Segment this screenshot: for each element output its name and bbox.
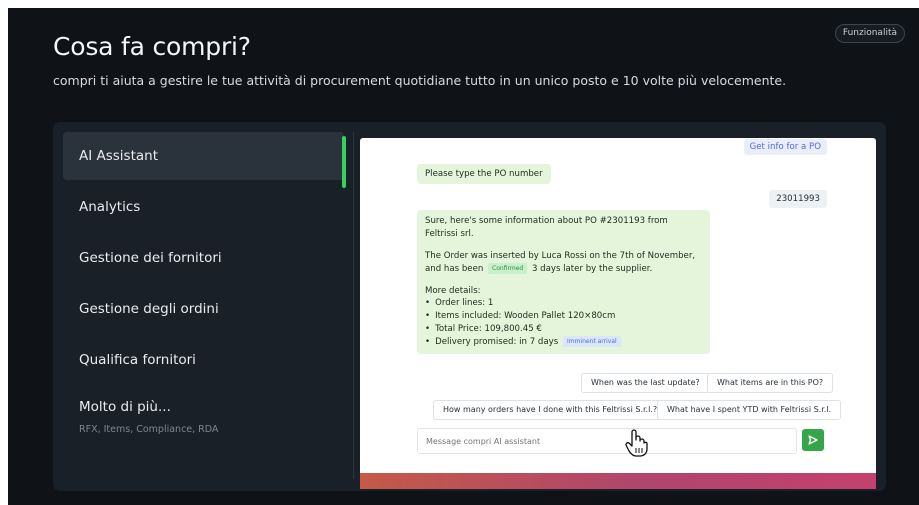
sidebar-item-label: Gestione dei fornitori [79,250,222,266]
po-info-intro: Sure, here's some information about PO #… [425,216,668,239]
sidebar-item-label: AI Assistant [79,148,159,164]
list-item: Order lines: 1 [425,297,702,310]
imminent-arrival-tag: Imminent arrival [562,336,621,348]
panel-divider [353,132,354,479]
sidebar-item-label: Gestione degli ordini [79,301,219,317]
details-list: Order lines: 1 Items included: Wooden Pa… [425,297,702,349]
sidebar-item-ai-assistant[interactable]: AI Assistant [63,132,344,180]
sidebar-item-sublabel: RFX, Items, Compliance, RDA [79,424,219,435]
send-button[interactable] [802,429,824,451]
app-frame: Cosa fa compri? Funzionalità compri ti a… [8,8,919,505]
sidebar-item-order-management[interactable]: Gestione degli ordini [63,285,344,333]
sidebar-item-label: Analytics [79,199,141,215]
get-po-info-chip[interactable]: Get info for a PO [743,139,827,155]
user-message: 23011993 [769,190,827,208]
suggestion-spent-ytd[interactable]: What have I spent YTD with Feltrissi S.r… [657,400,842,420]
sidebar-item-label: Qualifica fornitori [79,352,196,368]
hand-pointer-icon [625,429,648,457]
suggestion-items-in-po[interactable]: What items are in this PO? [707,373,834,393]
sidebar-item-supplier-management[interactable]: Gestione dei fornitori [63,234,344,282]
po-info-status: The Order was inserted by Luca Rossi on … [425,250,696,274]
sidebar-item-more[interactable]: Molto di più... RFX, Items, Compliance, … [63,387,344,447]
sidebar-item-label: Molto di più... [79,399,171,415]
list-item: Delivery promised: in 7 days Imminent ar… [425,336,702,349]
bot-message: Please type the PO number [417,164,551,184]
active-indicator [342,136,346,188]
sidebar-item-supplier-qualification[interactable]: Qualifica fornitori [63,336,344,384]
confirmed-tag: Confirmed [488,262,528,274]
chat-footer-gradient [360,473,876,489]
page-subtitle: compri ti aiuta a gestire le tue attivit… [53,73,787,88]
bot-po-info-message: Sure, here's some information about PO #… [417,210,710,355]
sidebar-item-analytics[interactable]: Analytics [63,183,344,231]
page-title: Cosa fa compri? [53,32,251,61]
message-input[interactable] [417,428,797,454]
list-item: Items included: Wooden Pallet 120×80cm [425,310,702,323]
details-title: More details: [425,285,481,296]
ai-chat-window: Get info for a PO Please type the PO num… [360,138,876,489]
suggestion-order-count[interactable]: How many orders have I done with this Fe… [433,400,668,420]
feature-sidebar: AI Assistant Analytics Gestione dei forn… [63,132,344,450]
send-arrow-icon [808,435,818,445]
feature-panel: AI Assistant Analytics Gestione dei forn… [53,122,886,491]
features-badge[interactable]: Funzionalità [834,24,905,43]
list-item: Total Price: 109,800.45 € [425,323,702,336]
suggestion-last-update[interactable]: When was the last update? [581,373,710,393]
